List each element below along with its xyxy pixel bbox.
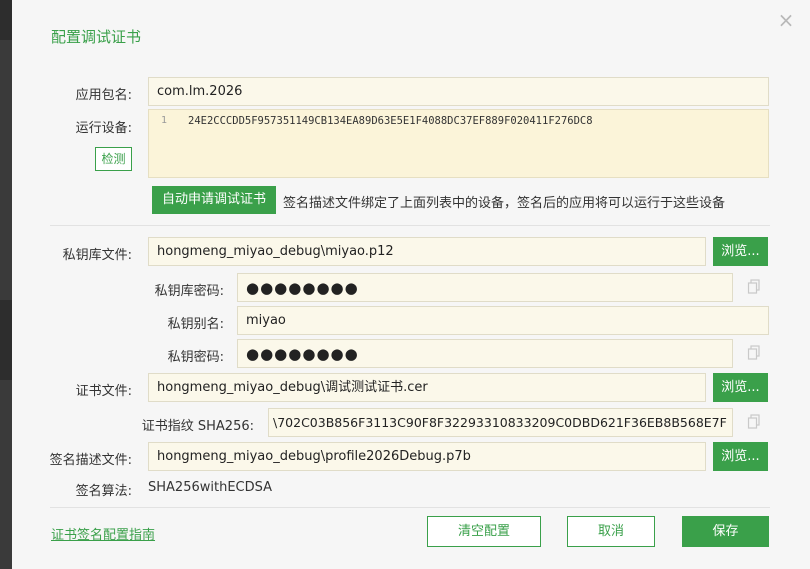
line-number: 1 bbox=[161, 115, 168, 126]
auto-apply-cert-button[interactable]: 自动申请调试证书 bbox=[152, 186, 276, 214]
browse-cert-button[interactable]: 浏览... bbox=[713, 373, 768, 402]
background-strip bbox=[0, 300, 12, 380]
key-password-label: 私钥密码: bbox=[167, 350, 224, 365]
key-password-input[interactable]: ●●●●●●●● bbox=[237, 339, 733, 368]
cert-guide-link[interactable]: 证书签名配置指南 bbox=[51, 524, 155, 543]
profile-file-label: 签名描述文件: bbox=[49, 453, 132, 468]
background-strip bbox=[0, 0, 12, 40]
close-icon[interactable]: × bbox=[774, 8, 798, 32]
cancel-button[interactable]: 取消 bbox=[567, 516, 655, 547]
background-window bbox=[0, 0, 12, 569]
keystore-password-input[interactable]: ●●●●●●●● bbox=[237, 273, 733, 302]
divider bbox=[50, 225, 770, 226]
key-alias-label: 私钥别名: bbox=[167, 317, 224, 332]
config-debug-cert-dialog: 配置调试证书 × 应用包名: com.lm.2026 运行设备: 检测 1 24… bbox=[12, 0, 810, 569]
keystore-password-label: 私钥库密码: bbox=[154, 284, 224, 299]
detect-button[interactable]: 检测 bbox=[95, 147, 132, 171]
dialog-title: 配置调试证书 bbox=[51, 28, 142, 46]
key-alias-input[interactable]: miyao bbox=[237, 306, 769, 335]
browse-profile-button[interactable]: 浏览... bbox=[713, 442, 768, 471]
clear-config-button[interactable]: 清空配置 bbox=[427, 516, 541, 547]
profile-file-input[interactable]: hongmeng_miyao_debug\profile2026Debug.p7… bbox=[148, 442, 706, 471]
sign-algorithm-value: SHA256withECDSA bbox=[148, 480, 273, 495]
copy-icon[interactable] bbox=[747, 414, 761, 430]
package-name-label: 应用包名: bbox=[75, 88, 132, 103]
copy-icon[interactable] bbox=[747, 279, 761, 295]
device-id-text: 24E2CCCDD5F957351149CB134EA89D63E5E1F408… bbox=[188, 115, 593, 127]
cert-file-input[interactable]: hongmeng_miyao_debug\调试测试证书.cer bbox=[148, 373, 706, 402]
copy-icon[interactable] bbox=[747, 345, 761, 361]
keystore-file-input[interactable]: hongmeng_miyao_debug\miyao.p12 bbox=[148, 237, 706, 266]
package-name-input[interactable]: com.lm.2026 bbox=[148, 77, 769, 106]
device-list-editor[interactable]: 1 24E2CCCDD5F957351149CB134EA89D63E5E1F4… bbox=[148, 109, 769, 178]
keystore-file-label: 私钥库文件: bbox=[62, 248, 132, 263]
browse-keystore-button[interactable]: 浏览... bbox=[713, 237, 768, 266]
save-button[interactable]: 保存 bbox=[682, 516, 769, 547]
cert-file-label: 证书文件: bbox=[75, 384, 132, 399]
sign-algorithm-label: 签名算法: bbox=[75, 484, 132, 499]
cert-fingerprint-label: 证书指纹 SHA256: bbox=[141, 419, 254, 434]
auto-apply-hint: 签名描述文件绑定了上面列表中的设备，签名后的应用将可以运行于这些设备 bbox=[283, 196, 726, 211]
device-label: 运行设备: bbox=[75, 121, 132, 136]
cert-fingerprint-input[interactable]: \702C03B856F3113C90F8F32293310833209C0DB… bbox=[268, 408, 733, 437]
divider bbox=[50, 507, 770, 508]
